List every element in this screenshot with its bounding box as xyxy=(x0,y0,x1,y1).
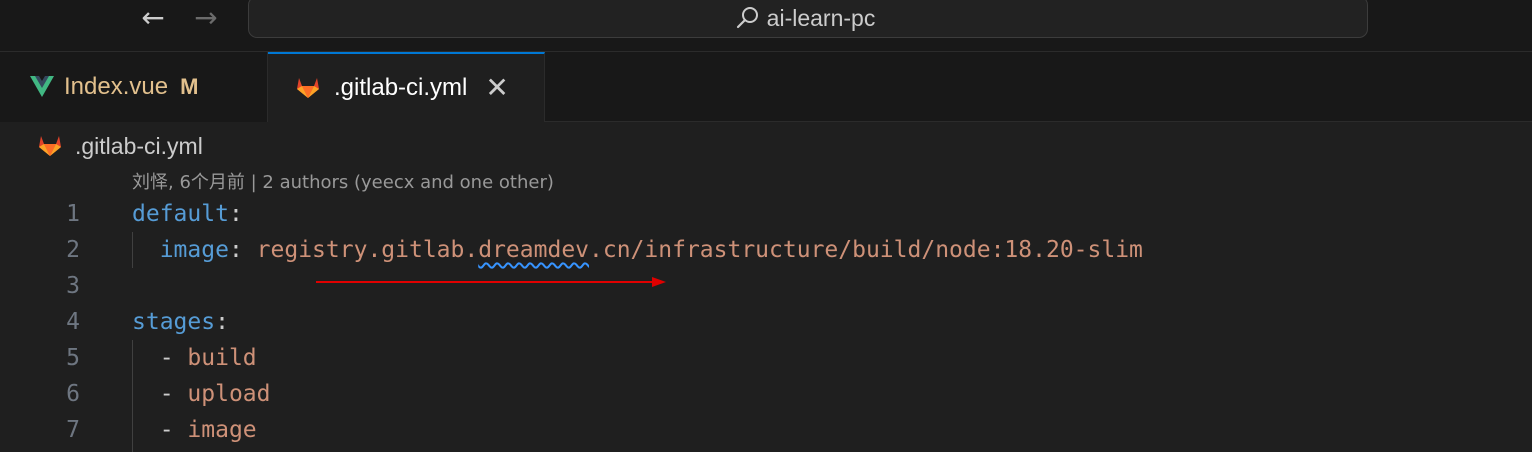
yaml-key: stages xyxy=(132,309,216,335)
code-line: 7 - image xyxy=(0,412,1532,448)
search-icon xyxy=(736,7,758,29)
tab-label: Index.vue xyxy=(64,73,169,100)
code-line: 6 - upload xyxy=(0,376,1532,412)
yaml-key: image xyxy=(159,237,229,263)
line-number: 3 xyxy=(66,273,80,299)
arrow-right-icon[interactable]: → xyxy=(188,0,224,36)
line-number: 5 xyxy=(66,345,80,371)
close-icon[interactable]: ✕ xyxy=(485,74,508,102)
spelling-warning[interactable]: dreamdev xyxy=(478,237,589,263)
arrow-left-icon[interactable]: ← xyxy=(135,0,171,36)
yaml-value: registry.gitlab. xyxy=(256,237,479,263)
code-line: 1 default: xyxy=(0,196,1532,232)
tab-index-vue[interactable]: Index.vue M xyxy=(0,52,268,122)
list-item: image xyxy=(187,417,257,443)
title-bar: ← → ai-learn-pc xyxy=(0,0,1532,52)
list-item: upload xyxy=(187,381,271,407)
gitlab-icon xyxy=(297,78,319,98)
modified-badge: M xyxy=(180,74,199,99)
breadcrumb-file-label: .gitlab-ci.yml xyxy=(75,132,203,159)
tab-gitlab-ci[interactable]: .gitlab-ci.yml ✕ xyxy=(268,52,545,122)
list-dash: - xyxy=(159,417,174,443)
code-editor[interactable]: 1 default: 2 image: registry.gitlab.drea… xyxy=(0,196,1532,452)
git-blame-codelens[interactable]: 刘怿, 6个月前 | 2 authors (yeecx and one othe… xyxy=(132,168,554,194)
line-number: 6 xyxy=(66,381,80,407)
tab-label: .gitlab-ci.yml xyxy=(334,74,468,101)
editor-tab-bar: Index.vue M .gitlab-ci.yml ✕ xyxy=(0,52,1532,122)
yaml-colon: : xyxy=(215,309,229,335)
code-line: 2 image: registry.gitlab.dreamdev.cn/inf… xyxy=(0,232,1532,268)
command-center-search[interactable]: ai-learn-pc xyxy=(248,0,1368,38)
line-number: 7 xyxy=(66,417,80,443)
yaml-value: .cn/infrastructure/build/node:18.20-slim xyxy=(589,237,1143,263)
list-dash: - xyxy=(159,381,174,407)
vue-icon xyxy=(30,76,54,97)
list-dash: - xyxy=(159,345,174,371)
gitlab-icon xyxy=(39,136,61,156)
code-line: 5 - build xyxy=(0,340,1532,376)
command-center-label: ai-learn-pc xyxy=(766,4,876,31)
line-number: 4 xyxy=(66,309,80,335)
annotation-arrow-icon xyxy=(316,277,666,287)
line-number: 1 xyxy=(66,201,80,227)
yaml-key: default xyxy=(132,201,229,227)
list-item: build xyxy=(187,345,257,371)
breadcrumb[interactable]: .gitlab-ci.yml xyxy=(38,128,203,164)
yaml-colon: : xyxy=(228,237,243,263)
yaml-colon: : xyxy=(228,201,243,227)
line-number: 2 xyxy=(66,237,80,263)
code-line: 3 xyxy=(0,268,1532,304)
code-line: 4 stages: xyxy=(0,304,1532,340)
